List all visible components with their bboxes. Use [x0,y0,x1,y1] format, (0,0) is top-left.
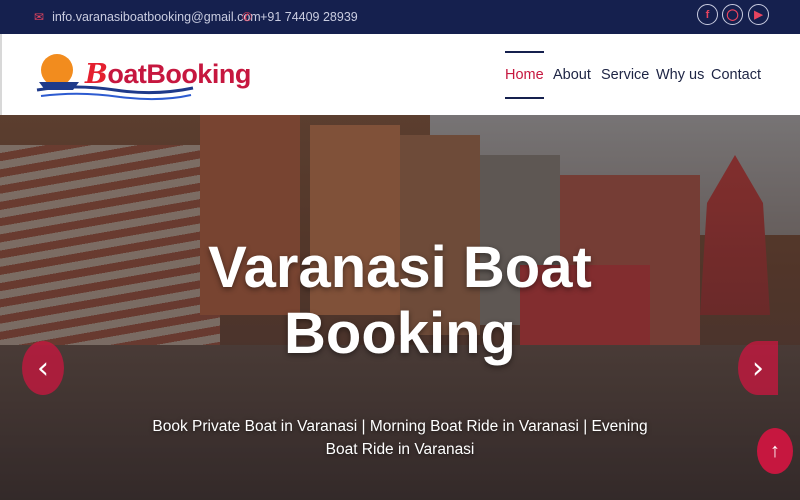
chevron-right-icon: › [752,350,764,386]
hero-title: Varanasi Boat Booking [208,235,592,366]
carousel-next-button[interactable]: › [738,341,778,395]
carousel-prev-button[interactable]: ‹ [22,341,64,395]
hero-carousel: Varanasi Boat Booking Book Private Boat … [0,115,800,500]
nav-service[interactable]: Service [601,34,649,115]
hero-subtitle: Book Private Boat in Varanasi | Morning … [152,418,648,458]
nav-contact[interactable]: Contact [711,34,761,115]
envelope-icon: ✉ [34,10,45,24]
phone-icon: ✆ [242,10,253,24]
back-to-top-button[interactable]: ↑ [757,428,793,474]
main-navbar: BoatBooking Home About Service Why us Co… [0,34,800,115]
phone-contact[interactable]: ✆ +91 74409 28939 [242,0,358,34]
arrow-up-icon: ↑ [770,439,780,462]
email-text[interactable]: info.varanasiboatbooking@gmail.com [52,10,261,24]
facebook-icon[interactable]: f [697,4,718,25]
email-contact[interactable]: ✉ info.varanasiboatbooking@gmail.com [34,0,261,34]
phone-text[interactable]: +91 74409 28939 [260,10,358,24]
chevron-left-icon: ‹ [37,350,49,386]
brand-logo[interactable]: BoatBooking [35,48,251,104]
nav-about[interactable]: About [553,34,591,115]
youtube-icon[interactable]: ▶ [748,4,769,25]
nav-home[interactable]: Home [505,34,544,115]
instagram-icon[interactable]: ◯ [722,4,743,25]
logo-text: BoatBooking [85,59,251,90]
top-bar: ✉ info.varanasiboatbooking@gmail.com ✆ +… [0,0,800,34]
nav-why-us[interactable]: Why us [656,34,704,115]
